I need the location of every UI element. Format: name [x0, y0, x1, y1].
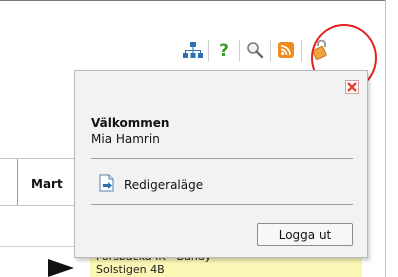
- logout-button[interactable]: Logga ut: [257, 223, 353, 246]
- page-top-border: [0, 0, 385, 1]
- user-name: Mia Hamrin: [91, 132, 160, 146]
- sitemap-icon[interactable]: [181, 38, 205, 62]
- rss-icon[interactable]: [274, 38, 298, 62]
- column-divider: [17, 159, 18, 205]
- page-right-border: [385, 0, 386, 277]
- edit-mode-label: Redigeraläge: [124, 178, 204, 192]
- svg-text:?: ?: [219, 41, 229, 59]
- search-icon[interactable]: [243, 38, 267, 62]
- welcome-heading: Välkommen: [91, 116, 170, 130]
- background-table-header: Mart: [0, 158, 74, 206]
- column-header-label: Mart: [31, 177, 63, 191]
- divider: [91, 158, 353, 159]
- edit-document-icon: [99, 174, 115, 196]
- divider: [91, 204, 353, 205]
- background-row-divider: [0, 246, 74, 247]
- row-pointer-arrow: [48, 259, 74, 277]
- user-menu-popup: Välkommen Mia Hamrin Redigeraläge Logga …: [74, 70, 368, 258]
- help-icon[interactable]: ?: [212, 38, 236, 62]
- close-icon[interactable]: [345, 80, 359, 94]
- row-text-line2: Solstigen 4B: [96, 263, 165, 276]
- edit-mode-link[interactable]: Redigeraläge: [99, 174, 204, 196]
